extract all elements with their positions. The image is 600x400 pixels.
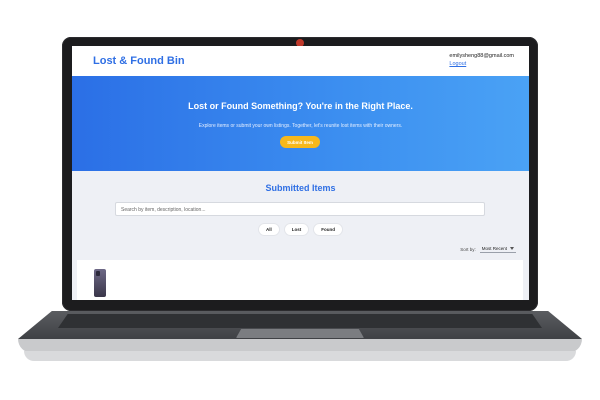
item-thumbnail: [94, 269, 106, 297]
laptop-screen: Lost & Found Bin emilysheng88@gmail.com …: [72, 46, 529, 300]
account-area: emilysheng88@gmail.com Logout: [449, 53, 514, 67]
hero-banner: Lost or Found Something? You're in the R…: [72, 76, 529, 171]
chevron-down-icon: [510, 247, 514, 250]
search-input[interactable]: Search by item, description, location...: [115, 202, 485, 216]
sort-select[interactable]: Most Recent: [479, 245, 516, 253]
sort-control: Sort by: Most Recent: [460, 245, 516, 253]
item-card[interactable]: [77, 260, 523, 300]
section-title: Submitted Items: [265, 183, 336, 193]
filter-all[interactable]: All: [258, 224, 279, 235]
hero-title: Lost or Found Something? You're in the R…: [188, 101, 413, 111]
filter-tabs: All Lost Found: [72, 224, 529, 235]
sort-label: Sort by:: [460, 246, 476, 252]
user-email: emilysheng88@gmail.com: [449, 53, 514, 59]
hero-subtitle: Explore items or submit your own listing…: [198, 123, 403, 129]
filter-found[interactable]: Found: [314, 224, 342, 235]
filter-lost[interactable]: Lost: [284, 224, 309, 235]
app-header: Lost & Found Bin emilysheng88@gmail.com …: [72, 46, 529, 76]
sort-value: Most Recent: [481, 246, 507, 251]
submit-item-button[interactable]: Submit Item: [280, 136, 320, 148]
laptop-base-edge: [24, 351, 576, 361]
logout-link[interactable]: Logout: [449, 61, 514, 67]
laptop-keyboard: [58, 314, 542, 328]
laptop-trackpad: [236, 329, 364, 338]
brand-title[interactable]: Lost & Found Bin: [93, 55, 185, 67]
